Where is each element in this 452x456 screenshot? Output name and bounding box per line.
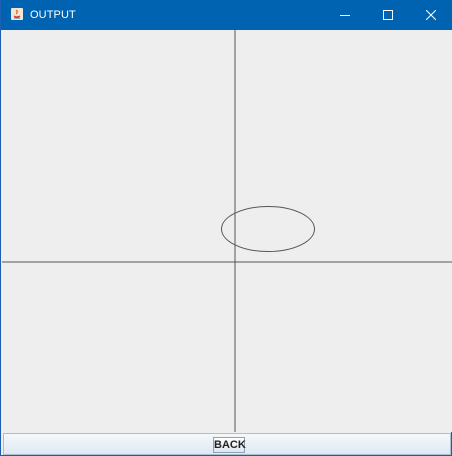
title-bar[interactable]: OUTPUT xyxy=(1,0,452,30)
java-app-icon xyxy=(11,8,23,20)
output-window: OUTPUT BACK xyxy=(0,0,452,456)
window-title: OUTPUT xyxy=(30,9,76,21)
close-icon xyxy=(426,10,436,20)
minimize-button[interactable] xyxy=(323,0,367,30)
minimize-icon xyxy=(340,15,350,16)
button-panel: BACK xyxy=(3,433,451,455)
close-button[interactable] xyxy=(409,0,452,30)
maximize-icon xyxy=(383,10,393,20)
maximize-button[interactable] xyxy=(366,0,410,30)
back-button[interactable]: BACK xyxy=(213,437,246,453)
drawing-canvas xyxy=(2,30,452,432)
